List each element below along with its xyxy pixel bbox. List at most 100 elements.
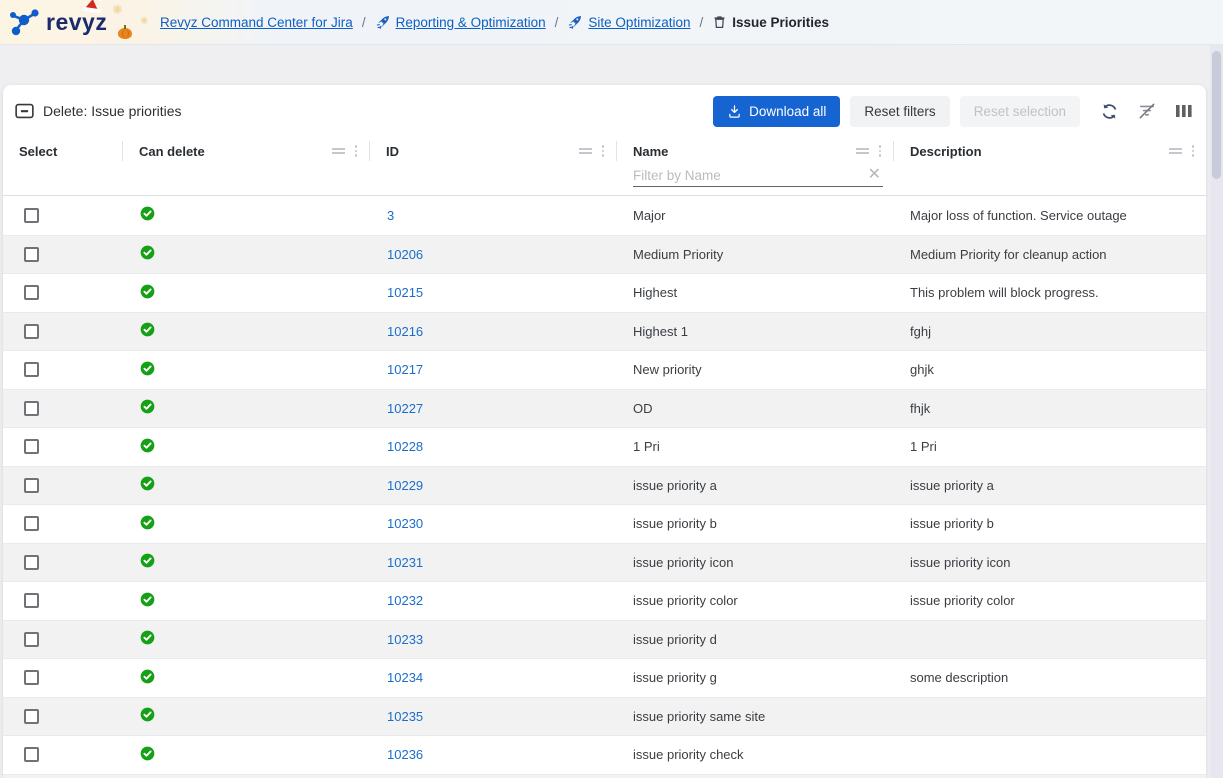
- table-row: 10228 1 Pri 1 Pri: [3, 427, 1206, 466]
- issue-priority-description: fghj: [894, 324, 1206, 339]
- issue-priority-name: Highest: [617, 285, 894, 300]
- row-checkbox[interactable]: [24, 670, 39, 685]
- panel-title-text: Delete: Issue priorities: [43, 103, 182, 119]
- issue-priority-id-link[interactable]: 10233: [387, 632, 423, 647]
- columns-icon[interactable]: [1175, 103, 1193, 119]
- column-menu-icon[interactable]: [355, 145, 358, 157]
- table-row: 10231 issue priority icon issue priority…: [3, 543, 1206, 582]
- issue-priority-id-link[interactable]: 10231: [387, 555, 423, 570]
- filter-off-icon[interactable]: [1137, 101, 1157, 121]
- issue-priority-id-link[interactable]: 3: [387, 208, 394, 223]
- row-checkbox[interactable]: [24, 362, 39, 377]
- issue-priority-id-link[interactable]: 10228: [387, 439, 423, 454]
- row-checkbox[interactable]: [24, 439, 39, 454]
- issue-priority-id-link[interactable]: 10230: [387, 516, 423, 531]
- top-header-band: ✺ ✺ revyz Revyz Command Center for Jira …: [0, 0, 1223, 45]
- issue-priority-description: Medium Priority for cleanup action: [894, 247, 1206, 262]
- can-delete-check-icon: [140, 399, 155, 414]
- issue-priority-id-link[interactable]: 10236: [387, 747, 423, 762]
- column-header-can-delete[interactable]: Can delete: [123, 141, 370, 161]
- column-resize-icon[interactable]: [332, 146, 345, 156]
- name-filter-input[interactable]: [633, 168, 866, 183]
- reset-selection-button[interactable]: Reset selection: [960, 96, 1080, 127]
- breadcrumb-current: Issue Priorities: [732, 15, 829, 30]
- breadcrumb-item-reporting-optimization[interactable]: Reporting & Optimization: [375, 14, 546, 30]
- issue-priority-name: issue priority a: [617, 478, 894, 493]
- issue-priority-id-link[interactable]: 10235: [387, 709, 423, 724]
- issue-priority-description: This problem will block progress.: [894, 285, 1206, 300]
- issue-priority-id-link[interactable]: 10216: [387, 324, 423, 339]
- can-delete-check-icon: [140, 553, 155, 568]
- breadcrumb-item-site-optimization[interactable]: Site Optimization: [567, 14, 690, 30]
- column-resize-icon[interactable]: [579, 146, 592, 156]
- can-delete-check-icon: [140, 746, 155, 761]
- issue-priority-name: issue priority g: [617, 670, 894, 685]
- can-delete-check-icon: [140, 206, 155, 221]
- reset-filters-button[interactable]: Reset filters: [850, 96, 949, 127]
- can-delete-check-icon: [140, 515, 155, 530]
- issue-priority-name: issue priority b: [617, 516, 894, 531]
- name-filter-field[interactable]: ✕: [633, 167, 883, 187]
- row-checkbox[interactable]: [24, 247, 39, 262]
- issue-priority-id-link[interactable]: 10215: [387, 285, 423, 300]
- row-checkbox[interactable]: [24, 285, 39, 300]
- issue-priority-description: issue priority b: [894, 516, 1206, 531]
- refresh-icon[interactable]: [1100, 102, 1119, 121]
- row-checkbox[interactable]: [24, 555, 39, 570]
- issue-priority-description: 1 Pri: [894, 439, 1206, 454]
- breadcrumb-separator: /: [555, 15, 559, 30]
- column-menu-icon[interactable]: [602, 145, 605, 157]
- row-checkbox[interactable]: [24, 516, 39, 531]
- column-header-name[interactable]: Name: [617, 141, 894, 161]
- table-row: 10206 Medium Priority Medium Priority fo…: [3, 235, 1206, 274]
- clear-filter-icon[interactable]: ✕: [866, 167, 883, 183]
- row-checkbox[interactable]: [24, 632, 39, 647]
- can-delete-check-icon: [140, 322, 155, 337]
- breadcrumb-link[interactable]: Reporting & Optimization: [396, 15, 546, 30]
- app-logo[interactable]: ✺ ✺ revyz: [0, 0, 158, 45]
- column-resize-icon[interactable]: [1169, 146, 1182, 156]
- row-checkbox[interactable]: [24, 208, 39, 223]
- row-checkbox[interactable]: [24, 401, 39, 416]
- table-row: 10236 issue priority check: [3, 735, 1206, 774]
- breadcrumb-link[interactable]: Revyz Command Center for Jira: [160, 15, 353, 30]
- row-checkbox[interactable]: [24, 324, 39, 339]
- page-scrollbar[interactable]: [1210, 45, 1223, 778]
- issue-priority-description: issue priority color: [894, 593, 1206, 608]
- firework-decoration-icon: ✺: [140, 16, 148, 27]
- row-checkbox[interactable]: [24, 593, 39, 608]
- issue-priority-name: issue priority icon: [617, 555, 894, 570]
- issue-priority-name: issue priority d: [617, 632, 894, 647]
- column-menu-icon[interactable]: [1192, 145, 1195, 157]
- download-icon: [727, 104, 742, 119]
- breadcrumb-item-command-center[interactable]: Revyz Command Center for Jira: [160, 15, 353, 30]
- column-header-select: Select: [3, 141, 123, 161]
- table-row: 10216 Highest 1 fghj: [3, 312, 1206, 351]
- row-checkbox[interactable]: [24, 747, 39, 762]
- trash-icon: [712, 14, 727, 30]
- panel-toolbar: Delete: Issue priorities Download all Re…: [3, 85, 1206, 137]
- issue-priority-name: issue priority color: [617, 593, 894, 608]
- rocket-icon: [375, 14, 391, 30]
- issue-priorities-panel: Delete: Issue priorities Download all Re…: [3, 85, 1206, 778]
- issue-priority-id-link[interactable]: 10227: [387, 401, 423, 416]
- column-header-description[interactable]: Description: [894, 141, 1206, 161]
- breadcrumb-link[interactable]: Site Optimization: [588, 15, 690, 30]
- scrollbar-thumb[interactable]: [1212, 51, 1221, 179]
- breadcrumb-item-issue-priorities: Issue Priorities: [712, 14, 829, 30]
- row-checkbox[interactable]: [24, 709, 39, 724]
- issue-priority-id-link[interactable]: 10234: [387, 670, 423, 685]
- issue-priority-description: fhjk: [894, 401, 1206, 416]
- column-header-id[interactable]: ID: [370, 141, 617, 161]
- issue-priority-id-link[interactable]: 10206: [387, 247, 423, 262]
- row-checkbox[interactable]: [24, 478, 39, 493]
- breadcrumb-separator: /: [699, 15, 703, 30]
- table-row: 10230 issue priority b issue priority b: [3, 504, 1206, 543]
- issue-priority-id-link[interactable]: 10229: [387, 478, 423, 493]
- table-row: 10234 issue priority g some description: [3, 658, 1206, 697]
- download-all-button[interactable]: Download all: [713, 96, 840, 127]
- column-menu-icon[interactable]: [879, 145, 882, 157]
- issue-priority-id-link[interactable]: 10217: [387, 362, 423, 377]
- column-resize-icon[interactable]: [856, 146, 869, 156]
- issue-priority-id-link[interactable]: 10232: [387, 593, 423, 608]
